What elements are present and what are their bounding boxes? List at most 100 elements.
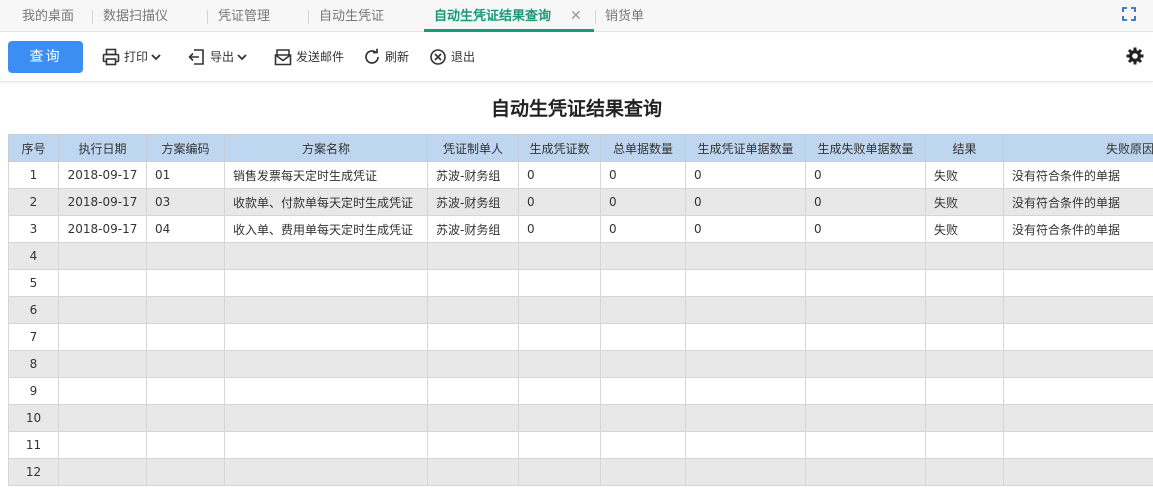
cell-failure-reason[interactable] [1003,431,1153,459]
cell-documents-vouchered[interactable] [685,458,806,486]
cell-documents-vouchered[interactable] [685,377,806,405]
cell-result[interactable] [925,458,1004,486]
cell-row-index[interactable]: 10 [8,404,59,432]
refresh-button[interactable]: 刷新 [363,47,411,67]
cell-result[interactable] [925,323,1004,351]
gear-icon[interactable] [1125,46,1145,66]
cell-scheme-name[interactable] [224,458,428,486]
cell-failure-reason[interactable] [1003,350,1153,378]
cell-vouchers-generated[interactable] [518,377,601,405]
send-mail-button[interactable]: 发送邮件 [274,47,346,67]
cell-row-index[interactable]: 7 [8,323,59,351]
cell-failure-reason[interactable] [1003,404,1153,432]
cell-documents-vouchered[interactable] [685,269,806,297]
table-row[interactable]: 12 [8,458,1153,486]
cell-row-index[interactable]: 1 [8,161,59,189]
fullscreen-icon[interactable] [1122,7,1136,21]
cell-result[interactable] [925,377,1004,405]
cell-voucher-maker[interactable] [427,296,519,324]
cell-row-index[interactable]: 11 [8,431,59,459]
cell-documents-failed[interactable]: 0 [805,161,926,189]
cell-total-documents[interactable] [600,323,686,351]
cell-failure-reason[interactable]: 没有符合条件的单据 [1003,188,1153,216]
cell-vouchers-generated[interactable] [518,323,601,351]
cell-documents-vouchered[interactable]: 0 [685,161,806,189]
cell-result[interactable]: 失败 [925,188,1004,216]
cell-documents-failed[interactable] [805,431,926,459]
cell-vouchers-generated[interactable] [518,431,601,459]
cell-voucher-maker[interactable] [427,404,519,432]
cell-execution-date[interactable] [58,296,147,324]
cell-scheme-name[interactable] [224,404,428,432]
cell-execution-date[interactable] [58,350,147,378]
cell-documents-failed[interactable] [805,269,926,297]
table-row[interactable]: 9 [8,377,1153,405]
cell-scheme-code[interactable]: 01 [146,161,225,189]
cell-execution-date[interactable] [58,431,147,459]
cell-result[interactable] [925,296,1004,324]
cell-total-documents[interactable] [600,458,686,486]
cell-vouchers-generated[interactable] [518,350,601,378]
cell-failure-reason[interactable] [1003,296,1153,324]
tab-close-icon[interactable]: ✕ [570,8,582,24]
cell-execution-date[interactable]: 2018-09-17 [58,188,147,216]
cell-documents-vouchered[interactable]: 0 [685,215,806,243]
tab-auto-voucher[interactable]: 自动生凭证 [319,0,384,32]
cell-total-documents[interactable] [600,431,686,459]
table-row[interactable]: 3 2018-09-17 04 收入单、费用单每天定时生成凭证 苏波-财务组 0 0 0 0 失败… [8,215,1153,243]
cell-voucher-maker[interactable]: 苏波-财务组 [427,188,519,216]
cell-documents-failed[interactable] [805,458,926,486]
cell-documents-vouchered[interactable] [685,431,806,459]
cell-execution-date[interactable] [58,377,147,405]
column-header-documents-failed[interactable]: 生成失败单据数量 [805,134,926,162]
cell-scheme-name[interactable] [224,377,428,405]
cell-vouchers-generated[interactable] [518,458,601,486]
cell-voucher-maker[interactable] [427,350,519,378]
cell-scheme-code[interactable] [146,431,225,459]
cell-documents-failed[interactable] [805,404,926,432]
cell-scheme-code[interactable]: 03 [146,188,225,216]
tab-data-scanner[interactable]: 数据扫描仪 [103,0,168,32]
cell-documents-vouchered[interactable] [685,242,806,270]
cell-scheme-name[interactable] [224,242,428,270]
cell-result[interactable]: 失败 [925,161,1004,189]
cell-scheme-code[interactable] [146,242,225,270]
cell-voucher-maker[interactable] [427,323,519,351]
query-button[interactable]: 查询 [8,41,83,73]
cell-failure-reason[interactable] [1003,323,1153,351]
cell-total-documents[interactable] [600,242,686,270]
cell-total-documents[interactable] [600,404,686,432]
cell-failure-reason[interactable]: 没有符合条件的单据 [1003,161,1153,189]
cell-scheme-name[interactable]: 收款单、付款单每天定时生成凭证 [224,188,428,216]
table-row[interactable]: 1 2018-09-17 01 销售发票每天定时生成凭证 苏波-财务组 0 0 0 0 失败 没有符… [8,161,1153,189]
cell-execution-date[interactable] [58,458,147,486]
cell-voucher-maker[interactable] [427,242,519,270]
cell-vouchers-generated[interactable] [518,296,601,324]
cell-scheme-name[interactable]: 收入单、费用单每天定时生成凭证 [224,215,428,243]
cell-voucher-maker[interactable] [427,458,519,486]
cell-failure-reason[interactable] [1003,242,1153,270]
cell-scheme-code[interactable] [146,458,225,486]
cell-execution-date[interactable] [58,269,147,297]
column-header-execution-date[interactable]: 执行日期 [58,134,147,162]
cell-total-documents[interactable]: 0 [600,215,686,243]
cell-failure-reason[interactable]: 没有符合条件的单据 [1003,215,1153,243]
cell-result[interactable]: 失败 [925,215,1004,243]
cell-documents-vouchered[interactable]: 0 [685,188,806,216]
cell-execution-date[interactable] [58,323,147,351]
cell-documents-failed[interactable] [805,242,926,270]
cell-voucher-maker[interactable] [427,269,519,297]
cell-vouchers-generated[interactable] [518,242,601,270]
export-button[interactable]: 导出 [188,47,250,67]
cell-documents-failed[interactable]: 0 [805,215,926,243]
column-header-vouchers-generated[interactable]: 生成凭证数 [518,134,601,162]
table-row[interactable]: 6 [8,296,1153,324]
print-button[interactable]: 打印 [102,47,164,67]
cell-total-documents[interactable]: 0 [600,161,686,189]
cell-scheme-name[interactable] [224,296,428,324]
cell-documents-failed[interactable] [805,296,926,324]
column-header-voucher-maker[interactable]: 凭证制单人 [427,134,519,162]
cell-documents-vouchered[interactable] [685,323,806,351]
cell-row-index[interactable]: 6 [8,296,59,324]
cell-documents-failed[interactable] [805,350,926,378]
